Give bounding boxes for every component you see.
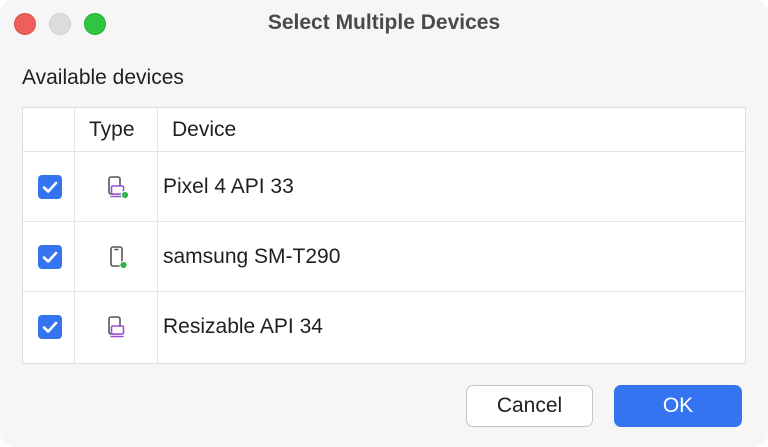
header-device[interactable]: Device bbox=[172, 108, 236, 152]
table-header: Type Device bbox=[23, 108, 745, 152]
checkmark-icon bbox=[42, 181, 58, 193]
title-bar: Select Multiple Devices bbox=[0, 0, 768, 48]
checkmark-icon bbox=[42, 251, 58, 263]
device-checkbox[interactable] bbox=[38, 245, 62, 269]
device-name: samsung SM-T290 bbox=[163, 245, 341, 268]
close-window-button[interactable] bbox=[14, 13, 36, 35]
devices-table: Type Device Pixel 4 API 33 samsung SM-T2… bbox=[22, 107, 746, 364]
cancel-button[interactable]: Cancel bbox=[466, 385, 593, 427]
table-row[interactable]: Resizable API 34 bbox=[23, 292, 745, 362]
header-type[interactable]: Type bbox=[89, 108, 135, 152]
available-devices-label: Available devices bbox=[22, 66, 184, 89]
device-name: Pixel 4 API 33 bbox=[163, 175, 294, 198]
zoom-window-button[interactable] bbox=[84, 13, 106, 35]
header-checkbox-column[interactable] bbox=[23, 108, 74, 152]
table-row[interactable]: Pixel 4 API 33 bbox=[23, 152, 745, 222]
window-title: Select Multiple Devices bbox=[267, 11, 501, 34]
ok-button[interactable]: OK bbox=[614, 385, 742, 427]
emulator-phone-icon bbox=[108, 316, 125, 338]
emulator-phone-online-icon bbox=[108, 176, 130, 200]
minimize-window-button[interactable] bbox=[49, 13, 71, 35]
table-row[interactable]: samsung SM-T290 bbox=[23, 222, 745, 292]
select-devices-dialog: Select Multiple Devices Available device… bbox=[0, 0, 768, 447]
device-checkbox[interactable] bbox=[38, 175, 62, 199]
physical-phone-online-icon bbox=[110, 246, 128, 270]
device-checkbox[interactable] bbox=[38, 315, 62, 339]
checkmark-icon bbox=[42, 321, 58, 333]
device-name: Resizable API 34 bbox=[163, 315, 323, 338]
